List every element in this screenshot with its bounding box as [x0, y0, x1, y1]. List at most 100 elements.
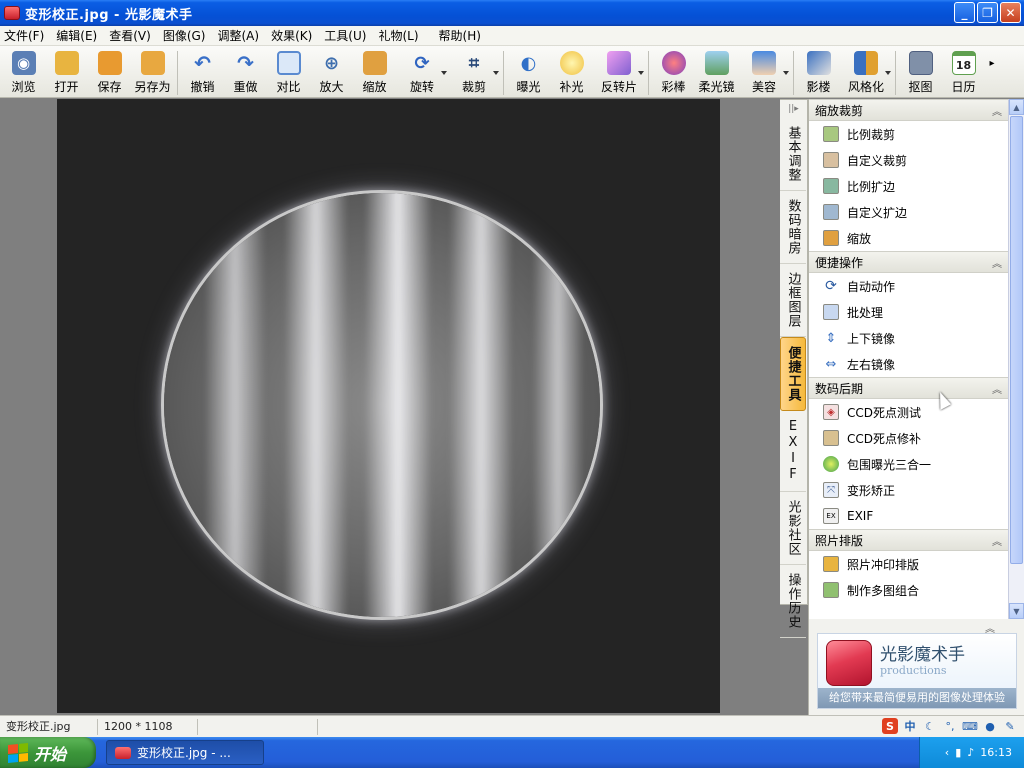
panel-scrollbar[interactable]: ▲ ▼ — [1008, 99, 1024, 619]
tab-basic-adjust[interactable]: 基本调整 — [780, 118, 806, 191]
redo-button[interactable]: ↷ 重做 — [224, 49, 267, 96]
tab-community[interactable]: 光影社区 — [780, 492, 806, 565]
sogou-ime-icon[interactable]: S — [882, 718, 898, 734]
chevron-up-icon: ︽ — [992, 106, 1002, 118]
studio-button[interactable]: 影楼 — [797, 49, 840, 96]
menu-adjust[interactable]: 调整(A) — [217, 27, 267, 44]
item-ccd-test[interactable]: ◈ CCD死点测试 — [809, 399, 1008, 425]
ime-punctuation-icon[interactable]: °, — [942, 718, 958, 734]
item-custom-expand[interactable]: 自定义扩边 — [809, 199, 1008, 225]
scroll-down-icon[interactable]: ▼ — [1009, 603, 1024, 619]
toolbar-overflow-button[interactable]: ▸ — [985, 49, 999, 96]
wrench-icon[interactable]: ✎ — [1002, 718, 1018, 734]
close-button[interactable]: ✕ — [1000, 2, 1021, 23]
undo-icon: ↶ — [194, 51, 211, 75]
tab-quick-tools[interactable]: 便捷工具 — [780, 337, 806, 411]
color-wand-button[interactable]: 彩棒 — [652, 49, 695, 96]
compare-button[interactable]: 对比 — [267, 49, 310, 96]
item-hdr-merge[interactable]: 包围曝光三合一 — [809, 451, 1008, 477]
menu-edit[interactable]: 编辑(E) — [56, 27, 105, 44]
taskbar-app-button[interactable]: 变形校正.jpg - ... — [106, 740, 264, 765]
save-as-button[interactable]: 另存为 — [131, 49, 174, 96]
undo-button[interactable]: ↶ 撤销 — [181, 49, 224, 96]
calendar-button[interactable]: 18 日历 — [942, 49, 985, 96]
exif-icon: EX — [823, 508, 839, 524]
section-header-photo-layout[interactable]: 照片排版 ︽ — [809, 529, 1008, 551]
status-empty — [198, 718, 318, 735]
menu-effects[interactable]: 效果(K) — [271, 27, 320, 44]
section-header-quick-ops[interactable]: 便捷操作 ︽ — [809, 251, 1008, 273]
toolbar-separator — [793, 51, 794, 95]
user-icon[interactable]: ● — [982, 718, 998, 734]
rotate-button[interactable]: ⟳ 旋转 — [396, 49, 448, 96]
window-titlebar[interactable]: 变形校正.jpg - 光影魔术手 _ ❐ ✕ — [0, 0, 1024, 26]
beauty-button[interactable]: 美容 — [738, 49, 790, 96]
tab-exif[interactable]: EXIF — [780, 411, 806, 492]
menu-help[interactable]: 帮助(H) — [439, 27, 489, 44]
item-flip-vertical[interactable]: ⇕ 上下镜像 — [809, 325, 1008, 351]
signal-icon[interactable]: ▮ — [955, 746, 961, 759]
open-button[interactable]: 打开 — [45, 49, 88, 96]
item-exif[interactable]: EX EXIF — [809, 503, 1008, 529]
toolbar-separator — [177, 51, 178, 95]
item-auto-action[interactable]: ⟳ 自动动作 — [809, 273, 1008, 299]
menu-file[interactable]: 文件(F) — [4, 27, 52, 44]
scroll-up-icon[interactable]: ▲ — [1009, 99, 1024, 115]
status-bar: 变形校正.jpg 1200 * 1108 S 中 ☾ °, ⌨ ● ✎ — [0, 715, 1024, 737]
custom-crop-icon — [823, 152, 839, 168]
menu-image[interactable]: 图像(G) — [163, 27, 214, 44]
image-canvas[interactable] — [0, 99, 780, 715]
brand-slogan: 给您带来最简便易用的图像处理体验 — [818, 688, 1016, 708]
zoom-in-icon: ⊕ — [323, 52, 340, 74]
keyboard-icon[interactable]: ⌨ — [962, 718, 978, 734]
start-button[interactable]: 开始 — [0, 737, 96, 768]
system-tray: ‹ ▮ ♪ 16:13 — [919, 737, 1024, 768]
stylize-button[interactable]: 风格化 — [840, 49, 892, 96]
minimize-button[interactable]: _ — [954, 2, 975, 23]
tab-history[interactable]: 操作历史 — [780, 565, 806, 638]
ratio-expand-icon — [823, 178, 839, 194]
fill-light-icon — [559, 51, 584, 75]
clock[interactable]: 16:13 — [980, 746, 1012, 759]
exposure-button[interactable]: ◐ 曝光 — [507, 49, 550, 96]
tab-frame-layer[interactable]: 边框图层 — [780, 264, 806, 337]
custom-expand-icon — [823, 204, 839, 220]
browse-button[interactable]: ◉ 浏览 — [2, 49, 45, 96]
item-custom-crop[interactable]: 自定义裁剪 — [809, 147, 1008, 173]
section-header-digital-post[interactable]: 数码后期 ︽ — [809, 377, 1008, 399]
tab-digital-darkroom[interactable]: 数码暗房 — [780, 191, 806, 264]
fill-light-button[interactable]: 补光 — [550, 49, 593, 96]
item-ratio-crop[interactable]: 比例裁剪 — [809, 121, 1008, 147]
item-print-layout[interactable]: 照片冲印排版 — [809, 551, 1008, 577]
maximize-button[interactable]: ❐ — [977, 2, 998, 23]
app-icon — [115, 746, 131, 759]
ime-chinese-icon[interactable]: 中 — [902, 718, 918, 734]
scroll-thumb[interactable] — [1010, 116, 1023, 564]
ime-halfwidth-icon[interactable]: ☾ — [922, 718, 938, 734]
soft-focus-icon — [704, 51, 729, 75]
item-distortion-correct[interactable]: ⤧ 变形矫正 — [809, 477, 1008, 503]
zoom-in-button[interactable]: ⊕ 放大 — [310, 49, 353, 96]
item-ratio-expand[interactable]: 比例扩边 — [809, 173, 1008, 199]
menu-tools[interactable]: 工具(U) — [324, 27, 374, 44]
cutout-button[interactable]: 抠图 — [899, 49, 942, 96]
volume-icon[interactable]: ♪ — [967, 746, 974, 759]
menu-view[interactable]: 查看(V) — [109, 27, 159, 44]
item-collage[interactable]: 制作多图组合 — [809, 577, 1008, 603]
menu-gifts[interactable]: 礼物(L) — [378, 27, 426, 44]
item-flip-horizontal[interactable]: ⇔ 左右镜像 — [809, 351, 1008, 377]
resize-button[interactable]: 缩放 — [353, 49, 396, 96]
item-ccd-repair[interactable]: CCD死点修补 — [809, 425, 1008, 451]
item-batch-process[interactable]: 批处理 — [809, 299, 1008, 325]
crop-button[interactable]: ⌗ 裁剪 — [448, 49, 500, 96]
panel-collapse-icon[interactable]: ||▸ — [780, 100, 807, 118]
item-resize[interactable]: 缩放 — [809, 225, 1008, 251]
soft-focus-button[interactable]: 柔光镜 — [695, 49, 738, 96]
tray-expand-icon[interactable]: ‹ — [945, 746, 949, 759]
section-header-resize-crop[interactable]: 缩放裁剪 ︽ — [809, 99, 1008, 121]
reversal-film-button[interactable]: 反转片 — [593, 49, 645, 96]
distortion-correct-icon: ⤧ — [823, 482, 839, 498]
save-button[interactable]: 保存 — [88, 49, 131, 96]
ccd-repair-icon — [823, 430, 839, 446]
save-as-icon — [140, 51, 165, 75]
